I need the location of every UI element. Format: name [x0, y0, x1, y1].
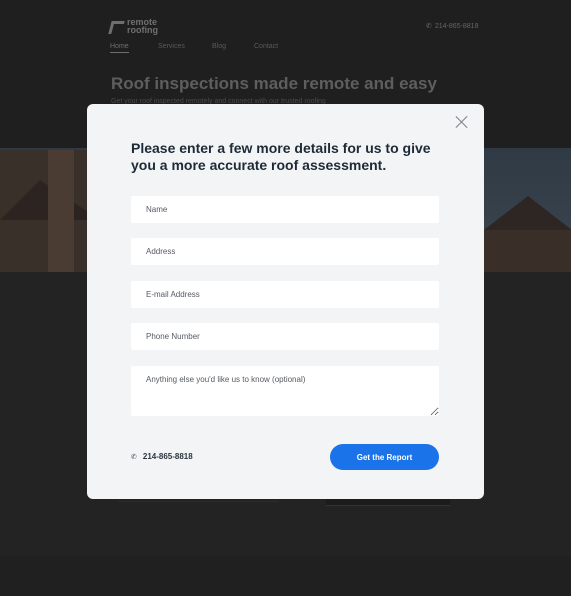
- roof-right-image: [484, 196, 571, 230]
- phone-icon: ✆: [131, 453, 137, 461]
- nav-item-blog[interactable]: Blog: [212, 43, 254, 53]
- notes-textarea[interactable]: [131, 366, 439, 416]
- nav-item-contact[interactable]: Contact: [254, 43, 278, 53]
- main-nav: Home Services Blog Contact: [110, 43, 278, 53]
- logo-text: remote roofing: [127, 18, 177, 35]
- email-input[interactable]: [131, 281, 439, 308]
- logo-line-2: roofing: [127, 25, 158, 35]
- phone-input[interactable]: [131, 323, 439, 350]
- footer-band: [0, 556, 571, 596]
- house-right-image: [484, 230, 571, 272]
- modal-phone-number: 214-865-8818: [142, 452, 193, 461]
- close-icon[interactable]: [455, 115, 469, 129]
- nav-item-services[interactable]: Services: [158, 43, 212, 53]
- get-report-button[interactable]: Get the Report: [330, 444, 439, 470]
- header-phone[interactable]: ✆ 214-865-8818: [426, 22, 479, 31]
- logo-icon: [110, 19, 124, 33]
- modal-phone-link[interactable]: ✆ 214-865-8818: [131, 452, 193, 461]
- nav-item-home[interactable]: Home: [110, 43, 129, 53]
- phone-icon: ✆: [426, 23, 432, 30]
- chimney-image: [48, 150, 74, 272]
- hero-title: Roof inspections made remote and easy: [111, 74, 437, 93]
- name-input[interactable]: [131, 196, 439, 223]
- site-logo[interactable]: remote roofing: [110, 18, 177, 35]
- address-input[interactable]: [131, 238, 439, 265]
- modal-title: Please enter a few more details for us t…: [131, 140, 431, 173]
- header-phone-number: 214-865-8818: [434, 22, 479, 30]
